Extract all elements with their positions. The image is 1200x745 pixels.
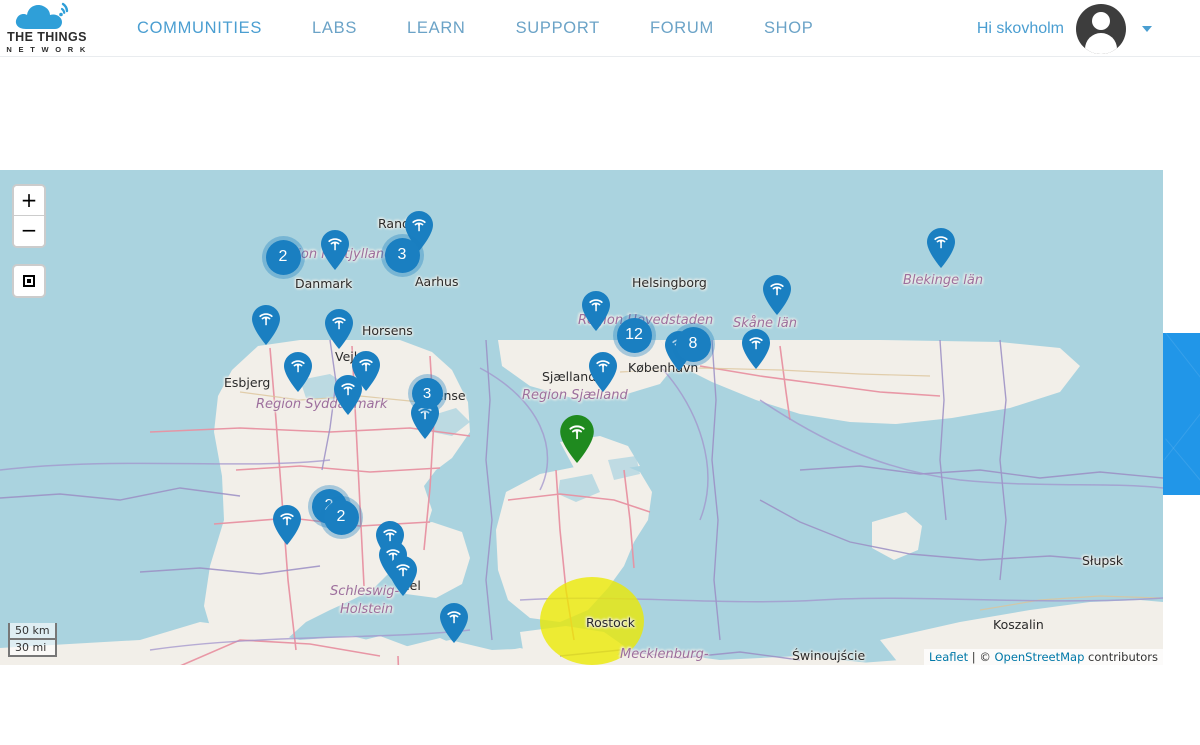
nav-labs[interactable]: LABS [287, 19, 382, 38]
nav-shop[interactable]: SHOP [739, 19, 839, 38]
gateway-marker-midtjylland[interactable] [321, 230, 349, 270]
nav-communities[interactable]: COMMUNITIES [112, 19, 287, 38]
openstreetmap-link[interactable]: OpenStreetMap [994, 650, 1084, 664]
user-menu[interactable]: Hi skovholm [977, 0, 1152, 57]
cluster-amager[interactable]: 8 [675, 326, 711, 362]
zoom-in-button[interactable]: + [14, 186, 44, 216]
zoom-out-button[interactable]: − [14, 216, 44, 246]
nav-learn[interactable]: LEARN [382, 19, 491, 38]
gateway-marker-luebeck[interactable] [440, 603, 468, 643]
cluster-odense[interactable]: 3 [411, 377, 443, 409]
gateway-marker-blekinge[interactable] [927, 228, 955, 268]
site-header: THE THINGS N E T W O R K COMMUNITIES LAB… [0, 0, 1200, 57]
scale-control: 50 km 30 mi [8, 623, 57, 657]
cluster-kobenhavn[interactable]: 12 [616, 317, 652, 353]
gateway-marker-kiel-south[interactable] [389, 556, 417, 596]
scale-imperial: 30 mi [8, 640, 57, 657]
brand-line-2: N E T W O R K [6, 45, 88, 54]
leaflet-link[interactable]: Leaflet [929, 650, 968, 664]
gateway-marker-horsens[interactable] [325, 309, 353, 349]
attribution-copyright: © [979, 650, 995, 664]
brand-line-1: THE THINGS [7, 30, 87, 44]
side-panel-stripe [1163, 333, 1200, 393]
cluster-aarhus[interactable]: 3 [384, 237, 420, 273]
main-navigation: COMMUNITIES LABS LEARN SUPPORT FORUM SHO… [112, 19, 839, 38]
side-panel-stripe [1165, 438, 1200, 493]
avatar-body [1085, 32, 1117, 54]
nav-forum[interactable]: FORUM [625, 19, 739, 38]
scale-metric: 50 km [8, 623, 57, 640]
cluster-midtjylland[interactable]: 2 [265, 239, 301, 275]
map-attribution: Leaflet | © OpenStreetMap contributors [923, 649, 1163, 665]
gateway-marker-skane[interactable] [742, 329, 770, 369]
avatar[interactable] [1076, 3, 1126, 54]
side-panel-stripe [1163, 398, 1200, 461]
gateway-marker-fredericia[interactable] [334, 375, 362, 415]
user-greeting: Hi skovholm [976, 19, 1064, 37]
cluster-flensburg-2[interactable]: 2 [323, 499, 359, 535]
chevron-down-icon[interactable] [1142, 25, 1152, 32]
gateway-marker-hovedstaden[interactable] [582, 291, 610, 331]
gateway-marker-kobenhavn[interactable] [589, 352, 617, 392]
gateway-marker-lolland[interactable] [273, 505, 301, 545]
attribution-separator: | [968, 650, 980, 664]
brand-logo[interactable]: THE THINGS N E T W O R K [4, 1, 90, 55]
attribution-suffix: contributors [1084, 650, 1158, 664]
zoom-controls[interactable]: + − [12, 184, 46, 248]
gateway-marker-esbjerg[interactable] [252, 305, 280, 345]
leaflet-map[interactable]: RandersRegion MidtjyllandDanmarkAarhusHo… [0, 170, 1163, 665]
nav-support[interactable]: SUPPORT [491, 19, 625, 38]
gateway-marker-vejle-west[interactable] [284, 352, 312, 392]
cloud-antenna-logo-icon [12, 1, 82, 31]
fullscreen-button[interactable] [12, 264, 46, 298]
fullscreen-icon [23, 275, 35, 287]
side-panel[interactable] [1163, 333, 1200, 495]
gateway-marker-own[interactable] [560, 415, 594, 463]
avatar-head [1092, 11, 1110, 30]
gateway-marker-helsingborg[interactable] [763, 275, 791, 315]
